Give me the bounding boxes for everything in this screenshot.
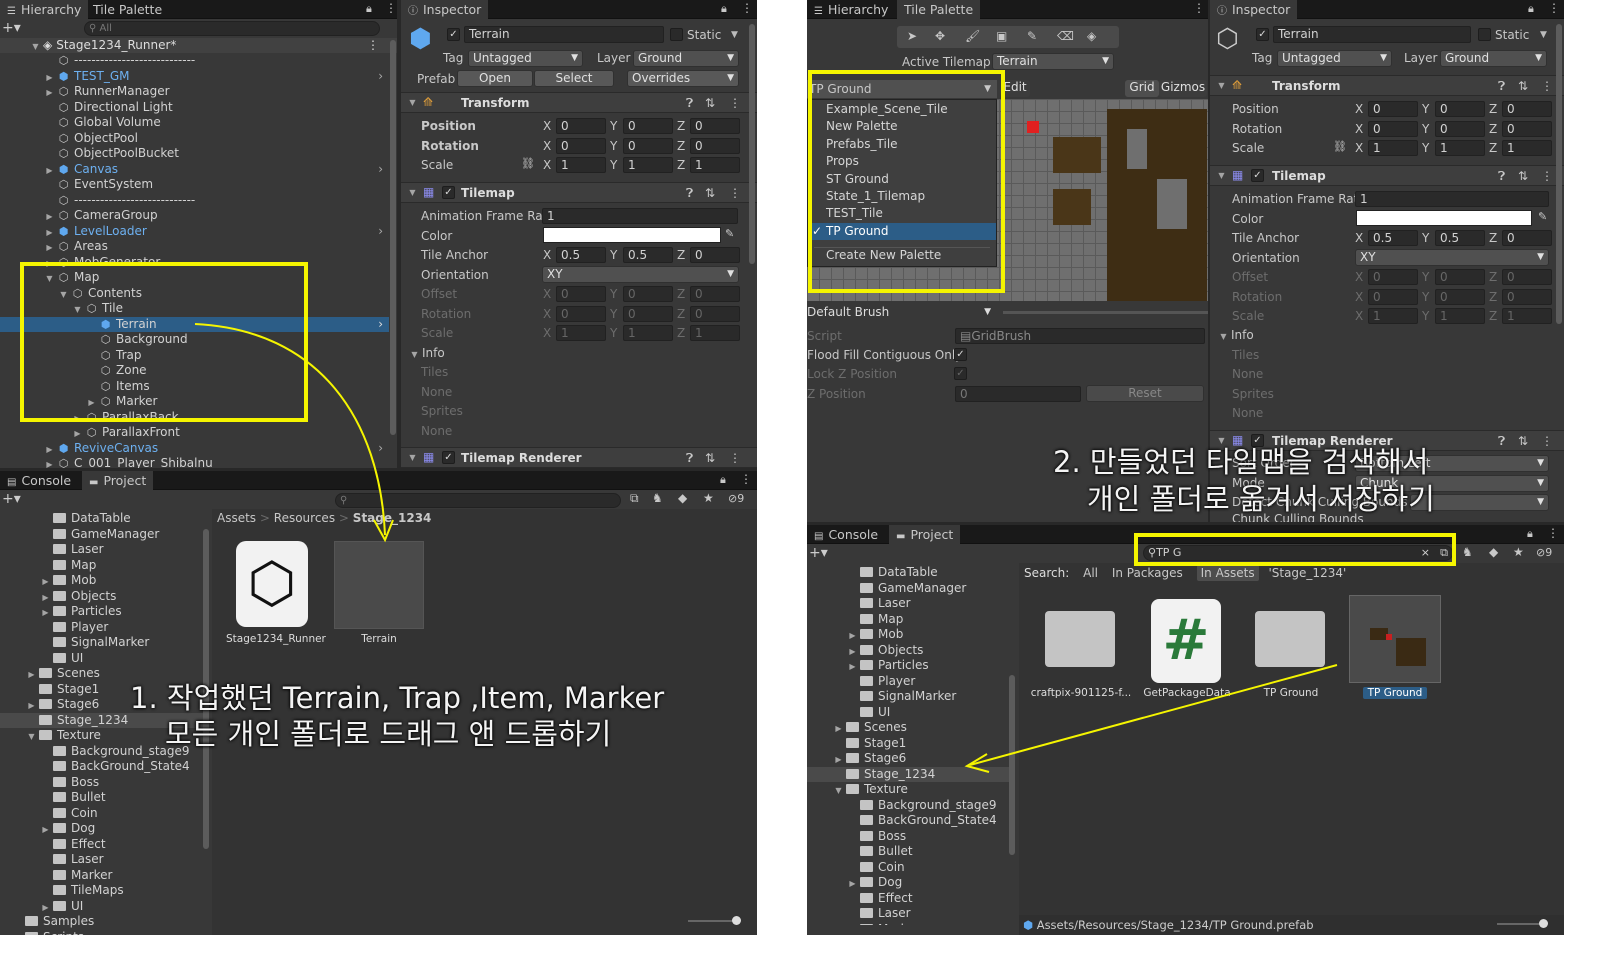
folder-label: Bullet bbox=[71, 790, 106, 804]
zoom-slider-knob[interactable] bbox=[732, 916, 741, 925]
folder-icon bbox=[53, 745, 66, 756]
folder-icon bbox=[53, 621, 66, 632]
folder-label: UI bbox=[71, 898, 84, 913]
folder-tree-item[interactable]: SignalMarker bbox=[0, 635, 205, 651]
chevron-right-icon[interactable]: ▶ bbox=[40, 900, 51, 916]
folder-icon bbox=[53, 854, 66, 864]
chevron-right-icon[interactable]: ▶ bbox=[40, 605, 51, 621]
folder-tree-item[interactable]: Samples bbox=[0, 914, 205, 930]
folder-icon bbox=[39, 714, 52, 725]
folder-icon bbox=[39, 699, 52, 709]
folder-icon bbox=[39, 683, 52, 694]
folder-label: Samples bbox=[43, 914, 95, 928]
right-screenshot: ☰ Hierarchy Tile Palette ⋮ ➤ ✥ 🖌︎ ▣ ✎ ⌫ ◈… bbox=[807, 0, 1564, 935]
folder-label: TileMaps bbox=[71, 883, 124, 897]
folder-label: Coin bbox=[71, 805, 98, 820]
chevron-down-icon[interactable]: ▼ bbox=[26, 729, 37, 745]
folder-tree-item[interactable]: Player bbox=[0, 620, 205, 636]
folder-tree-item[interactable]: ▶ Dog bbox=[0, 821, 205, 837]
folder-tree-item[interactable]: BackGround_State4 bbox=[0, 759, 205, 775]
folder-label: Stage_1234 bbox=[57, 712, 129, 727]
folder-tree-item[interactable]: UI bbox=[0, 651, 205, 667]
folder-label: Stage6 bbox=[57, 697, 100, 711]
folder-label: Boss bbox=[71, 774, 100, 789]
left-screenshot: ☰ Hierarchy Tile Palette 🔒︎ ⋮ +▾ ⚲ All ▼ ◈… bbox=[0, 0, 757, 935]
folder-icon bbox=[39, 668, 52, 678]
folder-label: Marker bbox=[71, 867, 113, 882]
chevron-right-icon[interactable]: ▶ bbox=[26, 698, 37, 714]
folder-label: SignalMarker bbox=[71, 635, 150, 649]
folder-icon bbox=[53, 606, 66, 616]
chevron-right-icon[interactable]: ▶ bbox=[40, 822, 51, 838]
folder-icon bbox=[53, 652, 66, 663]
folder-tree-item[interactable]: Coin bbox=[0, 806, 205, 822]
folder-tree-item[interactable]: ▶ Particles bbox=[0, 604, 205, 620]
folder-label: Dog bbox=[71, 821, 96, 835]
right-annotation-line2: 개인 폴더로 옮겨서 저장하기 bbox=[1087, 482, 1435, 516]
folder-tree-item[interactable]: Scripts bbox=[0, 930, 205, 936]
folder-icon bbox=[53, 807, 66, 818]
folder-tree-item[interactable]: Laser bbox=[0, 852, 205, 868]
left-annotation-line1: 1. 작업했던 Terrain, Trap ,Item, Marker bbox=[130, 681, 665, 715]
folder-icon bbox=[39, 730, 52, 740]
folder-label: Effect bbox=[71, 836, 106, 851]
folder-tree-item[interactable]: TileMaps bbox=[0, 883, 205, 899]
folder-tree-item[interactable]: ▶ UI bbox=[0, 899, 205, 915]
folder-icon bbox=[53, 792, 66, 802]
zoom-slider[interactable] bbox=[688, 916, 741, 925]
asset-label: Terrain bbox=[361, 633, 397, 645]
folder-label: UI bbox=[71, 650, 84, 665]
folder-icon bbox=[53, 776, 66, 787]
folder-label: Scripts bbox=[43, 930, 84, 936]
folder-label: Scenes bbox=[57, 666, 100, 680]
folder-icon bbox=[25, 916, 38, 926]
chevron-right-icon[interactable]: ▶ bbox=[26, 667, 37, 683]
folder-icon bbox=[53, 885, 66, 895]
folder-icon bbox=[53, 869, 66, 880]
folder-label: Player bbox=[71, 619, 109, 634]
drag-arrow bbox=[194, 323, 394, 543]
folder-label: Stage1 bbox=[57, 681, 100, 696]
folder-icon bbox=[25, 931, 38, 935]
folder-label: BackGround_State4 bbox=[71, 759, 190, 773]
folder-icon bbox=[53, 637, 66, 647]
folder-tree-item[interactable]: Boss bbox=[0, 775, 205, 791]
folder-label: Texture bbox=[57, 728, 101, 742]
folder-icon bbox=[53, 823, 66, 833]
folder-tree-item[interactable]: Bullet bbox=[0, 790, 205, 806]
folder-icon bbox=[53, 761, 66, 771]
left-annotation-line2: 모든 개인 폴더로 드래그 앤 드롭하기 bbox=[165, 717, 612, 751]
folder-tree-item[interactable]: Marker bbox=[0, 868, 205, 884]
folder-label: Particles bbox=[71, 604, 122, 618]
folder-label: Laser bbox=[71, 852, 104, 866]
asset-label: Stage1234_Runner bbox=[226, 633, 326, 645]
folder-tree-item[interactable]: Effect bbox=[0, 837, 205, 853]
right-annotation-line1: 2. 만들었던 타일맵을 검색해서 bbox=[1053, 445, 1429, 479]
folder-icon bbox=[53, 838, 66, 849]
folder-icon bbox=[53, 900, 66, 911]
